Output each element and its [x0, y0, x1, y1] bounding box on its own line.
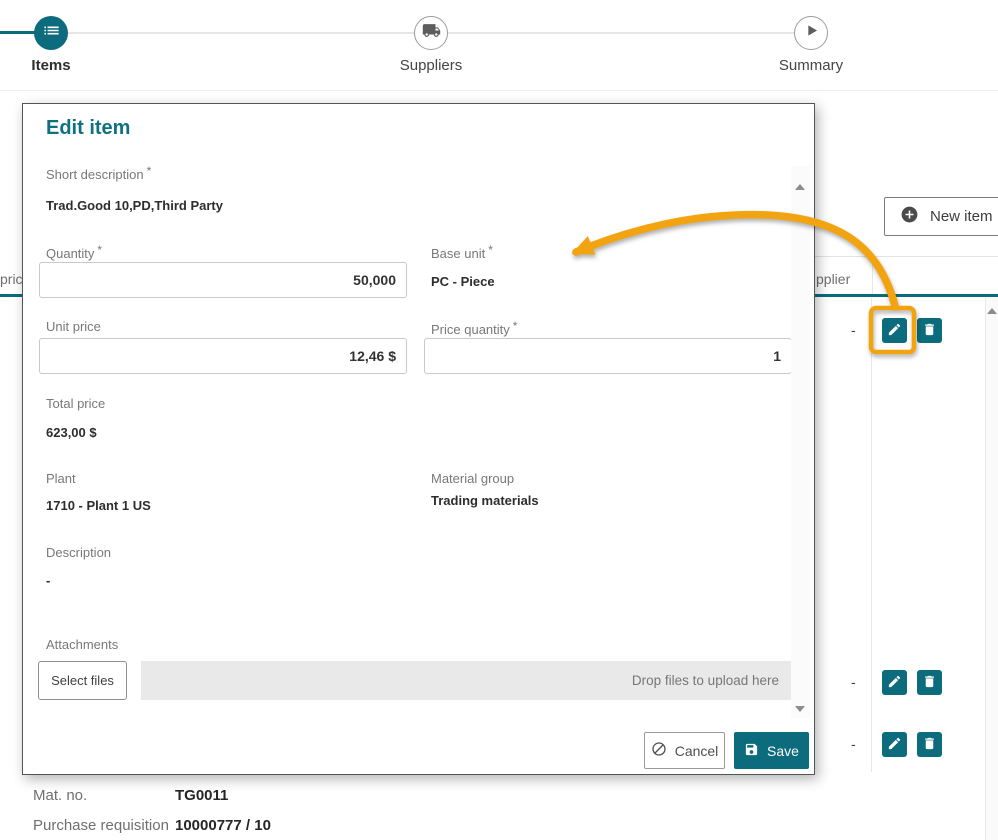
edit-item-button[interactable]: [882, 732, 907, 757]
delete-item-button[interactable]: [917, 318, 942, 343]
step-label-summary[interactable]: Summary: [779, 57, 843, 74]
price-quantity-label: Price quantity*: [431, 319, 517, 337]
pencil-icon: [887, 736, 902, 754]
column-divider: [872, 257, 873, 294]
pencil-icon: [887, 674, 902, 692]
column-divider: [871, 298, 872, 772]
plant-label: Plant: [46, 471, 76, 486]
base-unit-value: PC - Piece: [431, 274, 495, 289]
step-suppliers[interactable]: [414, 16, 448, 50]
attachments-label: Attachments: [46, 637, 118, 652]
detail-value-purchase-requisition: 10000777 / 10: [175, 817, 271, 834]
select-files-button[interactable]: Select files: [38, 661, 127, 700]
plant-value: 1710 - Plant 1 US: [46, 498, 151, 513]
step-connector: [448, 32, 794, 34]
description-label: Description: [46, 545, 111, 560]
dialog-scrollbar[interactable]: [791, 166, 810, 718]
page-scrollbar[interactable]: [985, 298, 998, 840]
delete-item-button[interactable]: [917, 670, 942, 695]
file-dropzone[interactable]: Drop files to upload here: [141, 661, 791, 700]
step-connector-active: [0, 31, 36, 34]
trash-icon: [922, 322, 937, 340]
pencil-icon: [887, 322, 902, 340]
step-items[interactable]: [34, 16, 68, 50]
base-unit-label: Base unit*: [431, 243, 493, 261]
dropzone-hint: Drop files to upload here: [632, 673, 779, 688]
short-description-value: Trad.Good 10,PD,Third Party: [46, 198, 223, 213]
plus-circle-icon: [900, 205, 919, 228]
save-button[interactable]: Save: [734, 732, 809, 769]
new-item-label: New item: [930, 208, 993, 225]
truck-icon: [422, 21, 441, 45]
step-label-items[interactable]: Items: [31, 57, 70, 74]
delete-item-button[interactable]: [917, 732, 942, 757]
short-description-label: Short description*: [46, 164, 151, 182]
scroll-up-icon[interactable]: [795, 184, 805, 190]
save-icon: [744, 742, 759, 760]
cancel-button[interactable]: Cancel: [644, 732, 725, 769]
step-summary[interactable]: [794, 16, 828, 50]
table-header-underline: [815, 294, 998, 297]
divider: [0, 90, 998, 91]
scroll-up-icon[interactable]: [987, 308, 997, 314]
new-item-button[interactable]: New item: [884, 197, 998, 236]
list-icon: [42, 21, 61, 45]
save-label: Save: [767, 743, 799, 759]
unit-price-input[interactable]: [39, 338, 407, 374]
edit-item-button[interactable]: [882, 670, 907, 695]
step-connector: [68, 32, 414, 34]
cancel-label: Cancel: [675, 743, 719, 759]
detail-label: Mat. no.: [33, 787, 87, 804]
dialog-title: Edit item: [46, 117, 130, 140]
column-header-unit-price-fragment: pric: [0, 271, 23, 287]
price-quantity-input[interactable]: [424, 338, 792, 374]
material-group-value: Trading materials: [431, 493, 539, 508]
table-cell-supplier: -: [851, 736, 856, 752]
table-header-underline: [0, 294, 22, 297]
step-label-suppliers[interactable]: Suppliers: [400, 57, 463, 74]
table-cell-supplier: -: [851, 322, 856, 338]
edit-item-dialog: Edit item Short description* Trad.Good 1…: [22, 103, 815, 775]
material-group-label: Material group: [431, 471, 514, 486]
detail-value-mat-no: TG0011: [175, 787, 228, 804]
scroll-down-icon[interactable]: [795, 706, 805, 712]
description-value: -: [46, 573, 50, 588]
edit-item-button[interactable]: [882, 318, 907, 343]
unit-price-label: Unit price: [46, 319, 101, 334]
trash-icon: [922, 674, 937, 692]
quantity-input[interactable]: [39, 262, 407, 298]
detail-label: Purchase requisition: [33, 817, 169, 834]
table-cell-supplier: -: [851, 674, 856, 690]
screen: Items Suppliers Summary pric pplier New …: [0, 0, 998, 840]
column-header-supplier-fragment: pplier: [816, 271, 850, 287]
block-icon: [651, 741, 667, 760]
table-header-border: [815, 256, 998, 257]
total-price-value: 623,00 $: [46, 425, 97, 440]
quantity-label: Quantity*: [46, 243, 102, 261]
play-icon: [802, 21, 821, 45]
trash-icon: [922, 736, 937, 754]
total-price-label: Total price: [46, 396, 105, 411]
